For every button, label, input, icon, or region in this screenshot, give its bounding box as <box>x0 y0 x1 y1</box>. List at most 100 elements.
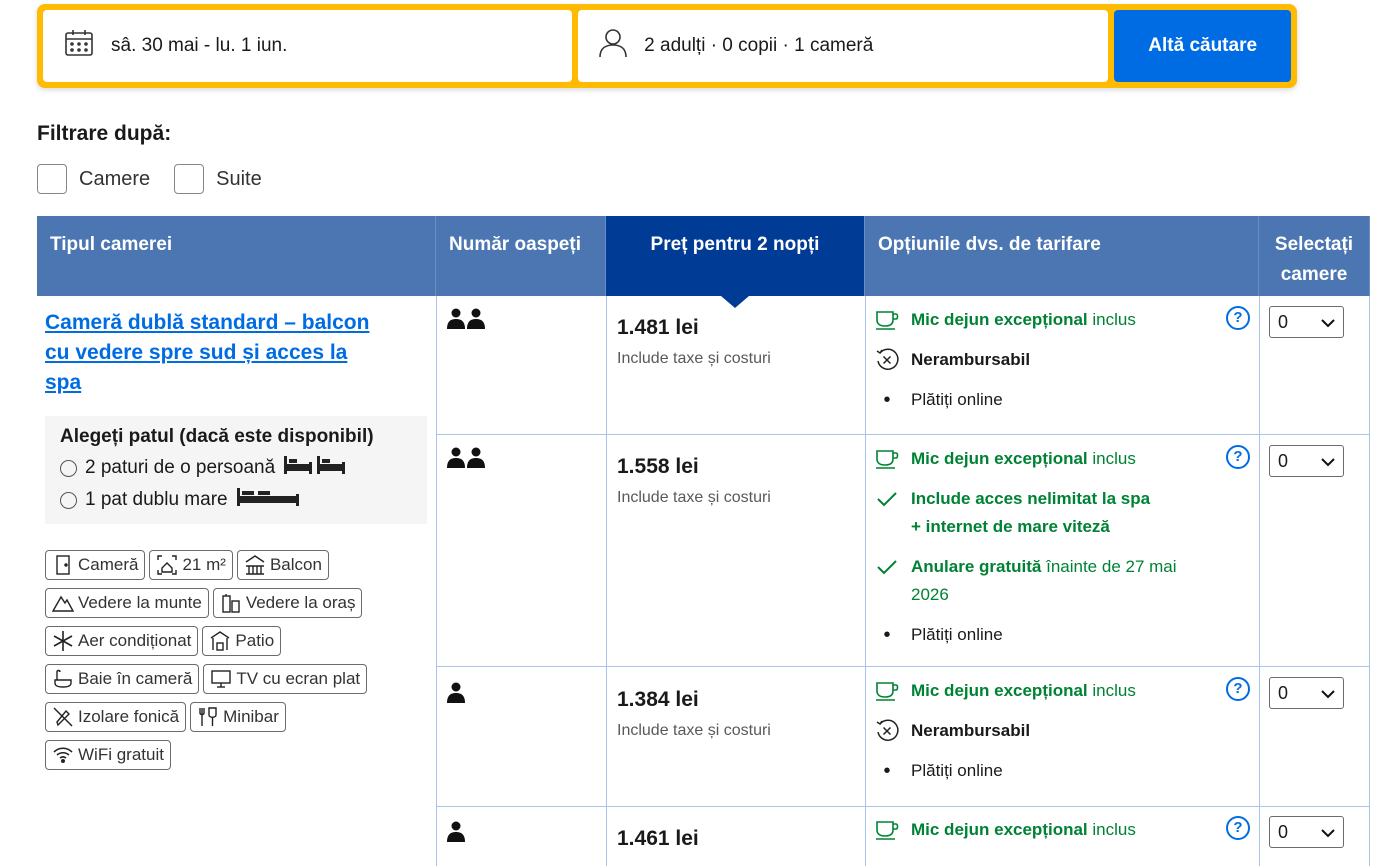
calendar-icon <box>63 27 95 65</box>
coffee-cup-icon <box>875 306 899 334</box>
bed-option-double[interactable]: 1 pat dublu mare <box>60 484 412 516</box>
bed-choice: Alegeți patul (dacă este disponibil) 2 p… <box>45 416 427 524</box>
rate-options: Mic dejun excepțional inclus <box>875 816 1265 856</box>
coffee-cup-icon <box>875 445 899 473</box>
date-range-text: sâ. 30 mai - lu. 1 iun. <box>111 35 288 56</box>
facility-label: Balcon <box>269 555 322 574</box>
bullet-icon: • <box>883 760 891 782</box>
chevron-down-icon <box>1321 451 1335 472</box>
room-size-icon <box>156 554 178 576</box>
patio-icon <box>209 630 231 652</box>
twin-radio[interactable] <box>60 459 77 477</box>
bullet-icon: • <box>883 624 891 646</box>
door-icon <box>52 554 74 576</box>
header-options: Opțiunile dvs. de tarifare <box>865 216 1259 296</box>
city-icon <box>220 592 242 614</box>
header-room-type: Tipul camerei <box>37 216 436 296</box>
bed-option-twin[interactable]: 2 paturi de o persoană <box>60 452 412 484</box>
help-icon[interactable]: ? <box>1226 445 1250 469</box>
filter-rooms[interactable]: Camere <box>37 164 150 194</box>
non-refundable-label: Nerambursabil <box>911 721 1031 740</box>
divider <box>436 666 1370 667</box>
price-cell: 1.481 lei Include taxe și costuri <box>617 316 771 368</box>
bullet-icon: • <box>883 389 891 411</box>
room-quantity-value: 0 <box>1278 450 1289 471</box>
rate-options: Mic dejun excepțional inclus Include acc… <box>875 445 1205 661</box>
breakfast-suffix: inclus <box>1092 681 1136 700</box>
facility-chip: Vedere la munte <box>45 588 209 618</box>
help-icon[interactable]: ? <box>1226 306 1250 330</box>
breakfast-suffix: inclus <box>1092 310 1136 329</box>
payment-option: • Plătiți online <box>875 621 1205 649</box>
rate-options: Mic dejun excepțional inclus Nerambursab… <box>875 306 1265 426</box>
guests-picker[interactable]: 2 adulți · 0 copii · 1 cameră <box>578 10 1109 82</box>
header-guests: Număr oaspeți <box>436 216 606 296</box>
chevron-down-icon <box>1321 683 1335 704</box>
facility-chip: Minibar <box>190 702 286 732</box>
facility-list: Cameră 21 m² Balcon Vedere la munte Vedere l… <box>45 550 415 770</box>
facility-label: Minibar <box>223 707 279 726</box>
rooms-checkbox[interactable] <box>37 164 67 194</box>
price-tax-note: Include taxe și costuri <box>617 350 771 367</box>
room-quantity-select[interactable]: 0 <box>1269 816 1344 848</box>
wifi-icon <box>52 744 74 766</box>
payment-label: Plătiți online <box>911 625 1003 644</box>
non-refundable-label: Nerambursabil <box>911 350 1031 369</box>
header-price-label: Preț pentru 2 nopți <box>650 234 820 255</box>
facility-label: Cameră <box>78 555 139 574</box>
date-picker[interactable]: sâ. 30 mai - lu. 1 iun. <box>43 10 573 82</box>
sort-arrow-icon <box>721 296 749 308</box>
coffee-cup-icon <box>875 677 899 705</box>
room-name-link[interactable]: Cameră dublă standard – balcon cu vedere… <box>45 308 385 398</box>
facility-label: Baie în cameră <box>78 669 193 688</box>
bed-option-label: 1 pat dublu mare <box>85 489 228 510</box>
search-bar: sâ. 30 mai - lu. 1 iun. 2 adulți · 0 cop… <box>37 4 1297 88</box>
room-quantity-select[interactable]: 0 <box>1269 445 1344 477</box>
divider <box>436 296 437 866</box>
facility-chip: WiFi gratuit <box>45 740 171 770</box>
divider <box>436 806 1370 807</box>
bed-choice-title: Alegeți patul (dacă este disponibil) <box>60 426 374 447</box>
bath-icon <box>52 668 74 690</box>
free-cancellation-option: Anulare gratuită înainte de 27 mai 2026 <box>875 553 1205 609</box>
facility-chip: 21 m² <box>149 550 233 580</box>
header-select: Selectați camere <box>1259 216 1370 296</box>
room-quantity-select[interactable]: 0 <box>1269 306 1344 338</box>
help-icon[interactable]: ? <box>1226 816 1250 840</box>
facility-chip: Patio <box>202 626 282 656</box>
breakfast-option: Mic dejun excepțional inclus <box>875 445 1205 473</box>
person-icon <box>598 27 628 65</box>
filter-rooms-label: Camere <box>79 167 151 190</box>
breakfast-option: Mic dejun excepțional inclus <box>875 306 1265 334</box>
balcony-icon <box>244 554 266 576</box>
room-quantity-value: 0 <box>1278 311 1289 332</box>
internet-label: + internet de mare viteză <box>911 517 1110 536</box>
suites-checkbox[interactable] <box>174 164 205 194</box>
mountain-icon <box>52 592 74 614</box>
checkmark-icon <box>875 553 899 581</box>
facility-chip: Baie în cameră <box>45 664 200 694</box>
divider <box>606 296 607 866</box>
payment-option: • Plătiți online <box>875 386 1265 414</box>
non-refundable-icon <box>875 346 899 374</box>
facility-label: Aer condiționat <box>78 631 192 650</box>
table-header: Tipul camerei Număr oaspeți Preț pentru … <box>37 216 1370 308</box>
rate-options: Mic dejun excepțional inclus Nerambursab… <box>875 677 1265 797</box>
facility-label: 21 m² <box>182 555 226 574</box>
filter-title: Filtrare după: <box>37 122 172 145</box>
price-tax-note: Include taxe și costuri <box>617 722 771 739</box>
coffee-cup-icon <box>875 816 899 844</box>
tv-icon <box>210 668 232 690</box>
new-search-button[interactable]: Altă căutare <box>1114 10 1291 82</box>
payment-label: Plătiți online <box>911 761 1003 780</box>
chevron-down-icon <box>1321 822 1335 843</box>
double-radio[interactable] <box>60 491 77 509</box>
refund-option: Nerambursabil <box>875 717 1265 745</box>
room-quantity-value: 0 <box>1278 682 1289 703</box>
breakfast-option: Mic dejun excepțional inclus <box>875 677 1265 705</box>
room-quantity-select[interactable]: 0 <box>1269 677 1344 709</box>
payment-option: • Plătiți online <box>875 757 1265 785</box>
help-icon[interactable]: ? <box>1226 677 1250 701</box>
filter-suites[interactable]: Suite <box>174 164 262 194</box>
breakfast-suffix: inclus <box>1092 820 1136 839</box>
